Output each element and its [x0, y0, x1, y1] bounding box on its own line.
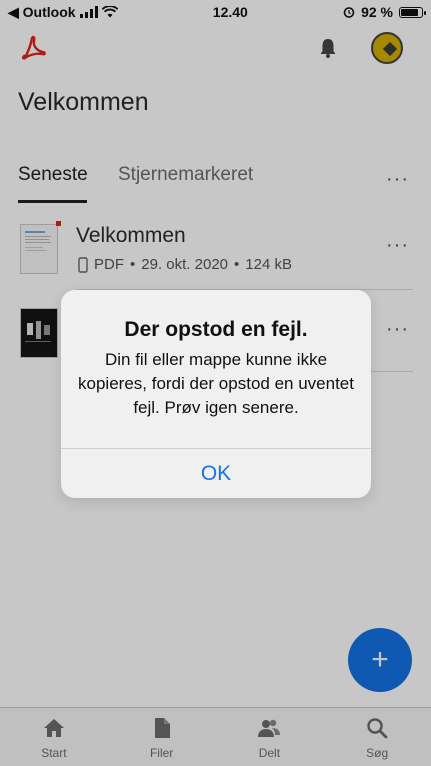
alert-title: Der opstod en fejl. [124, 318, 308, 341]
error-alert-dialog: Der opstod en fejl. Din fil eller mappe … [61, 290, 371, 498]
alert-message: Din fil eller mappe kunne ikke kopieres,… [78, 350, 354, 417]
ok-button[interactable]: OK [61, 449, 371, 498]
